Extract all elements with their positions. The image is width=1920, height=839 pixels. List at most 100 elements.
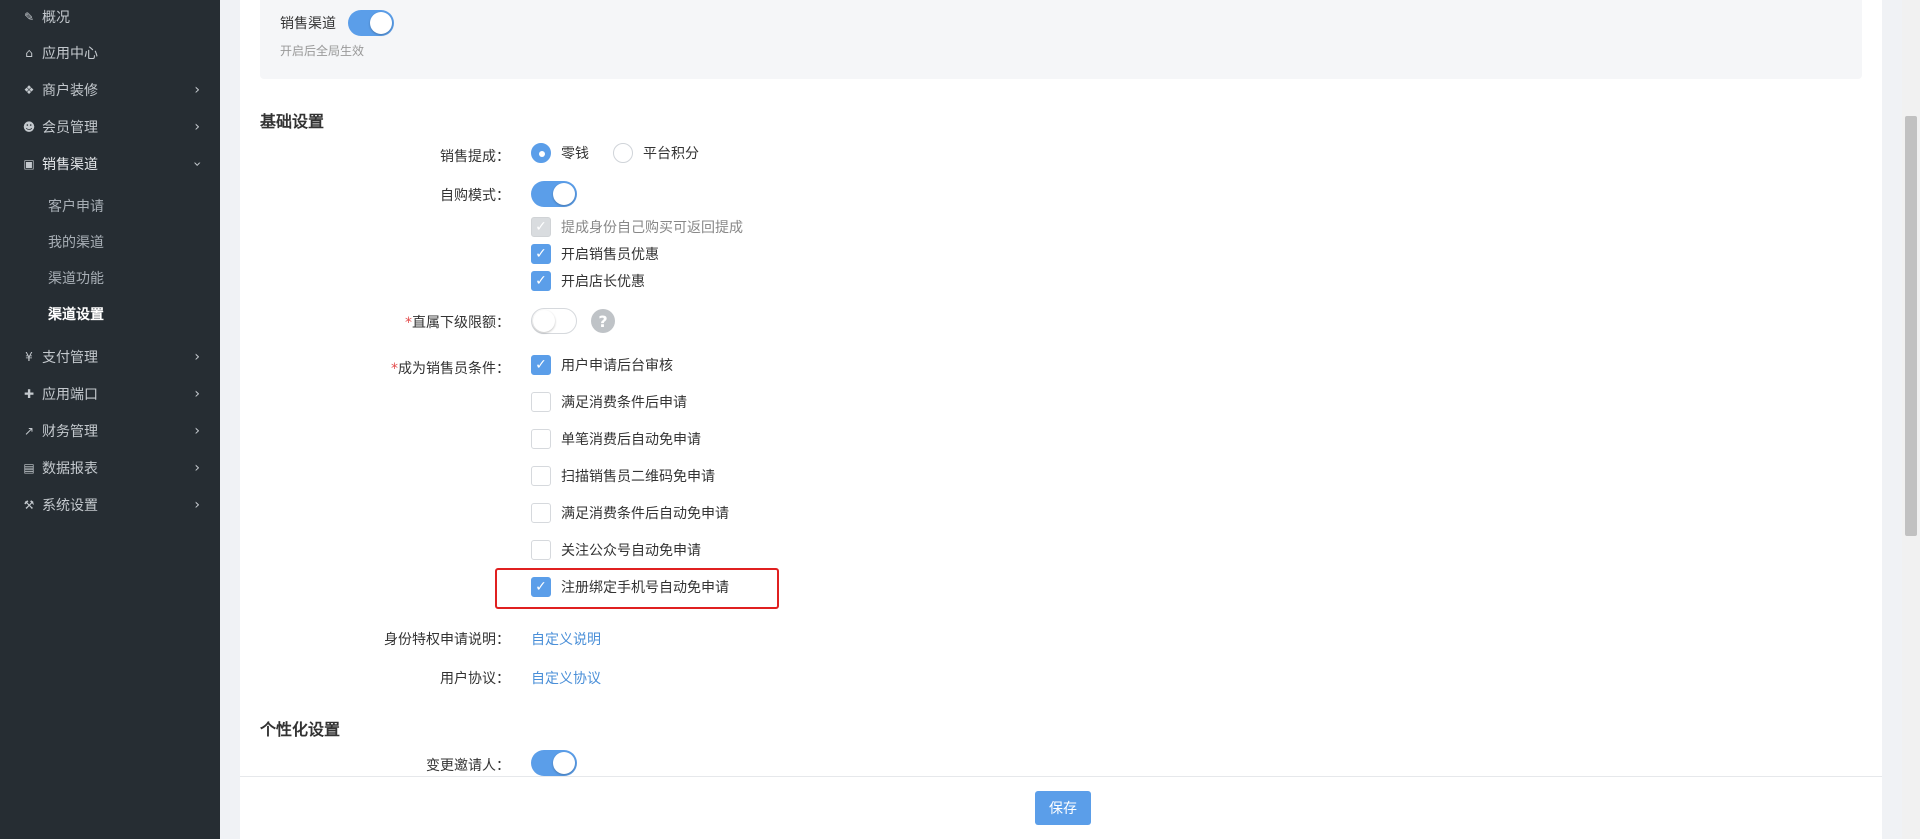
- chevron-right-icon: ›: [194, 81, 200, 98]
- footer-bar: 保存: [240, 776, 1882, 839]
- checkbox-label: 用户申请后台审核: [561, 358, 673, 374]
- condition-option[interactable]: 关注公众号自动免申请: [531, 540, 701, 560]
- commission-radio-group: 零钱 平台积分: [531, 143, 723, 163]
- nav-label: 商户装修: [42, 82, 98, 99]
- salesperson-condition-label: *成为销售员条件：: [391, 361, 510, 377]
- custom-agreement-link[interactable]: 自定义协议: [531, 668, 601, 688]
- checkbox-disabled-checked: ✓: [531, 217, 551, 237]
- user-agreement-control: 自定义协议: [531, 668, 601, 688]
- nav-app-center[interactable]: ⌂ 应用中心: [0, 34, 220, 71]
- checkbox-label: 提成身份自己购买可返回提成: [561, 220, 743, 236]
- chevron-right-icon: ›: [194, 118, 200, 135]
- nav-label: 销售渠道: [42, 156, 98, 173]
- privilege-description-label: 身份特权申请说明：: [384, 632, 510, 648]
- checkbox-label: 满足消费条件后申请: [561, 395, 687, 411]
- nav-data-report[interactable]: ▤ 数据报表 ›: [0, 449, 220, 486]
- nav-label: 概况: [42, 10, 70, 26]
- checkbox-unchecked: [531, 392, 551, 412]
- sub-item-customer-apply[interactable]: 客户申请: [0, 188, 220, 224]
- nav-app-port[interactable]: ✚ 应用端口 ›: [0, 375, 220, 412]
- scrollbar-thumb[interactable]: [1905, 116, 1917, 536]
- radio-platform-points[interactable]: 平台积分: [613, 143, 699, 163]
- nav-label: 应用端口: [42, 386, 98, 403]
- line-chart-icon: ↗: [23, 423, 35, 438]
- self-buy-option-1[interactable]: ✓ 提成身份自己购买可返回提成: [531, 217, 743, 237]
- checkbox-unchecked: [531, 503, 551, 523]
- nav-payment-management[interactable]: ¥ 支付管理 ›: [0, 338, 220, 375]
- self-buy-toggle[interactable]: [531, 181, 577, 207]
- checkbox-label: 扫描销售员二维码免申请: [561, 469, 715, 485]
- self-buy-option-2[interactable]: ✓ 开启销售员优惠: [531, 244, 659, 264]
- sidebar: ✎ 概况 ⌂ 应用中心 ❖ 商户装修 › ☻ 会员管理 › ▣ 销售渠道 › 客…: [0, 0, 220, 839]
- checkbox-checked: ✓: [531, 355, 551, 375]
- checkbox-label: 关注公众号自动免申请: [561, 543, 701, 559]
- radio-label: 平台积分: [643, 146, 699, 162]
- sub-item-channel-function[interactable]: 渠道功能: [0, 260, 220, 296]
- sales-channel-toggle[interactable]: [348, 10, 394, 36]
- radio-label: 零钱: [561, 146, 589, 162]
- cubes-icon: ❖: [23, 82, 35, 97]
- checkbox-checked: ✓: [531, 244, 551, 264]
- self-buy-option-3[interactable]: ✓ 开启店长优惠: [531, 271, 645, 291]
- change-inviter-control: [531, 750, 577, 776]
- main-content: 销售渠道 开启后全局生效 基础设置 销售提成： 零钱 平台积分 自购模式： ✓ …: [240, 0, 1882, 839]
- custom-description-link[interactable]: 自定义说明: [531, 629, 601, 649]
- checkbox-checked: ✓: [531, 271, 551, 291]
- nav-member-management[interactable]: ☻ 会员管理 ›: [0, 108, 220, 145]
- chevron-right-icon: ›: [194, 348, 200, 365]
- nav-label: 会员管理: [42, 119, 98, 136]
- nav-sales-channel[interactable]: ▣ 销售渠道 ›: [0, 145, 220, 182]
- nav-finance-management[interactable]: ↗ 财务管理 ›: [0, 412, 220, 449]
- condition-option[interactable]: 满足消费条件后申请: [531, 392, 687, 412]
- nav-label: 支付管理: [42, 349, 98, 366]
- table-icon: ▤: [23, 460, 35, 475]
- edit-icon: ✎: [23, 10, 35, 24]
- condition-option[interactable]: 单笔消费后自动免申请: [531, 429, 701, 449]
- nav-merchant-decoration[interactable]: ❖ 商户装修 ›: [0, 71, 220, 108]
- subordinate-limit-toggle[interactable]: [531, 308, 577, 334]
- money-icon: ▣: [23, 156, 35, 171]
- users-icon: ☻: [22, 119, 36, 134]
- chevron-right-icon: ›: [194, 496, 200, 513]
- nav-label: 应用中心: [42, 45, 98, 62]
- change-inviter-label: 变更邀请人：: [426, 758, 510, 774]
- chevron-right-icon: ›: [194, 459, 200, 476]
- privilege-description-control: 自定义说明: [531, 629, 601, 649]
- checkbox-label: 单笔消费后自动免申请: [561, 432, 701, 448]
- chevron-right-icon: ›: [194, 385, 200, 402]
- sales-channel-submenu: 客户申请 我的渠道 渠道功能 渠道设置: [0, 182, 220, 338]
- save-button[interactable]: 保存: [1035, 791, 1091, 825]
- nav-label: 系统设置: [42, 497, 98, 514]
- checkbox-unchecked: [531, 540, 551, 560]
- home-icon: ⌂: [25, 45, 33, 60]
- self-buy-control: [531, 181, 577, 207]
- checkbox-label: 开启销售员优惠: [561, 247, 659, 263]
- subordinate-limit-label: *直属下级限额：: [405, 315, 510, 331]
- condition-option[interactable]: 满足消费条件后自动免申请: [531, 503, 729, 523]
- sub-item-channel-settings[interactable]: 渠道设置: [0, 296, 220, 332]
- nav-system-settings[interactable]: ⚒ 系统设置 ›: [0, 486, 220, 523]
- checkbox-label: 开启店长优惠: [561, 274, 645, 290]
- radio-change[interactable]: 零钱: [531, 143, 589, 163]
- change-inviter-toggle[interactable]: [531, 750, 577, 776]
- scrollbar[interactable]: [1902, 0, 1920, 839]
- sales-channel-hint: 开启后全局生效: [280, 44, 365, 58]
- self-buy-label: 自购模式：: [440, 188, 510, 204]
- nav-label: 财务管理: [42, 423, 98, 440]
- sales-channel-card: 销售渠道 开启后全局生效: [260, 0, 1862, 79]
- radio-dot: [613, 143, 633, 163]
- puzzle-icon: ✚: [23, 386, 35, 401]
- highlight-box: [495, 568, 779, 609]
- commission-label: 销售提成：: [440, 149, 510, 165]
- user-agreement-label: 用户协议：: [440, 671, 510, 687]
- subordinate-limit-control: ?: [531, 308, 615, 334]
- basic-settings-title: 基础设置: [260, 112, 325, 131]
- checkbox-unchecked: [531, 429, 551, 449]
- yen-icon: ¥: [25, 349, 33, 364]
- sub-item-my-channel[interactable]: 我的渠道: [0, 224, 220, 260]
- condition-option[interactable]: 扫描销售员二维码免申请: [531, 466, 715, 486]
- condition-option[interactable]: ✓ 用户申请后台审核: [531, 355, 673, 375]
- gavel-icon: ⚒: [23, 497, 35, 512]
- help-icon[interactable]: ?: [591, 309, 615, 333]
- nav-overview[interactable]: ✎ 概况: [0, 0, 220, 34]
